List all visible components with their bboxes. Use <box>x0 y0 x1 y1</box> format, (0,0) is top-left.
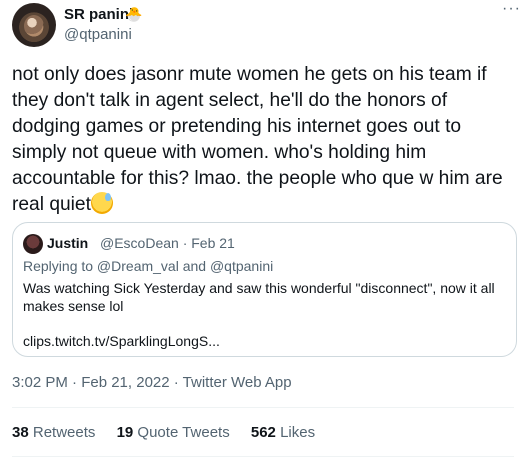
quoted-tweet-card[interactable]: Justin @EscoDean · Feb 21 Replying to @D… <box>12 222 517 357</box>
quoted-author-avatar <box>23 234 43 254</box>
quoted-author-name: Justin <box>47 235 89 251</box>
more-options-icon[interactable]: ··· <box>502 0 521 18</box>
likes-stat[interactable]: 562 Likes <box>251 424 315 441</box>
hatching-chick-icon: 🐣 <box>125 6 143 22</box>
tweet-text: not only does jasonr mute women he gets … <box>12 62 517 218</box>
quoted-author-meta: @EscoDean · Feb 21 <box>100 235 235 251</box>
tweet-body: not only does jasonr mute women he gets … <box>12 64 503 215</box>
engagement-stats: 38 Retweets 19 Quote Tweets 562 Likes <box>12 424 332 441</box>
quoted-tweet-text: Was watching Sick Yesterday and saw this… <box>23 280 495 314</box>
quoted-reply-to: Replying to @Dream_val and @qtpanini <box>23 258 274 274</box>
quote-tweets-stat[interactable]: 19 Quote Tweets <box>117 424 230 441</box>
quoted-tweet-link[interactable]: clips.twitch.tv/SparklingLongS... <box>23 333 220 349</box>
sweat-smile-emoji-icon <box>90 192 113 214</box>
author-avatar[interactable] <box>12 3 56 47</box>
tweet-timestamp[interactable]: 3:02 PM · Feb 21, 2022 · Twitter Web App <box>12 374 292 391</box>
divider-top <box>12 407 514 408</box>
retweets-stat[interactable]: 38 Retweets <box>12 424 95 441</box>
author-handle[interactable]: @qtpanini <box>64 26 132 43</box>
author-display-name[interactable]: SR panini <box>64 6 133 23</box>
divider-bottom <box>12 456 514 457</box>
